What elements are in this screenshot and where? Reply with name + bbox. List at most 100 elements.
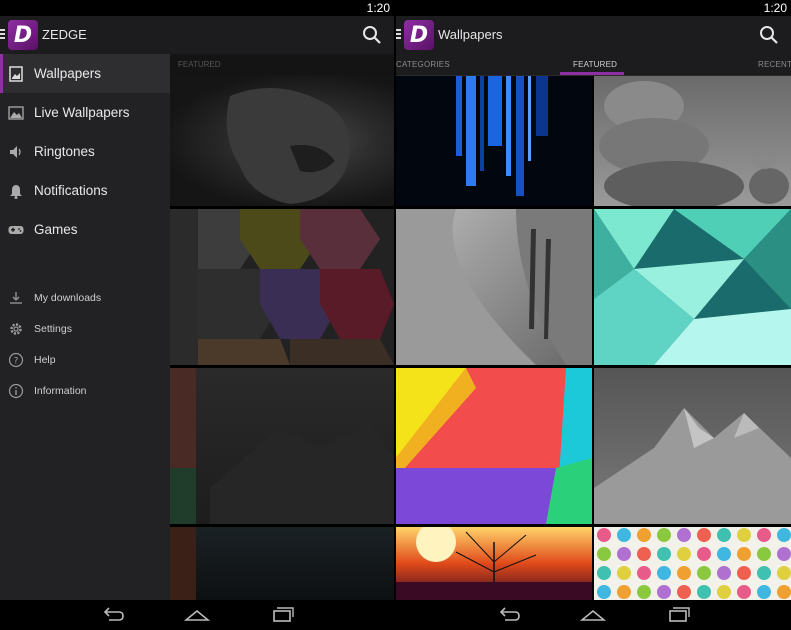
- dot: [737, 566, 751, 580]
- zedge-logo[interactable]: D: [8, 20, 38, 50]
- dot: [717, 585, 731, 599]
- dot: [717, 547, 731, 561]
- dot: [737, 547, 751, 561]
- left-screen: 1:20 D ZEDGE FEATURED Wallpapers Live Wa…: [0, 0, 394, 630]
- drawer-item-label: Settings: [34, 323, 72, 335]
- dot: [637, 585, 651, 599]
- dark-gradient-image: [170, 527, 196, 600]
- dot: [637, 528, 651, 542]
- wallpaper-tile-colorful-geometric[interactable]: [396, 368, 592, 524]
- wallpaper-tile-hexagons[interactable]: [170, 209, 394, 365]
- mountain-image: [594, 408, 791, 524]
- drawer-item-live-wallpapers[interactable]: Live Wallpapers: [0, 93, 170, 132]
- status-bar: 1:20: [396, 0, 791, 16]
- home-icon[interactable]: [580, 605, 606, 625]
- back-icon[interactable]: [100, 605, 126, 625]
- dot: [677, 547, 691, 561]
- search-icon[interactable]: [362, 25, 382, 45]
- dot: [777, 566, 791, 580]
- search-icon[interactable]: [759, 25, 779, 45]
- dot: [617, 547, 631, 561]
- dot: [697, 585, 711, 599]
- dots-image: [597, 528, 791, 599]
- dot: [617, 566, 631, 580]
- app-title: ZEDGE: [42, 27, 87, 42]
- drawer-item-my-downloads[interactable]: My downloads: [0, 283, 170, 313]
- wallpaper-tile-rock-cairn[interactable]: [594, 76, 791, 206]
- wallpaper-tile-lion[interactable]: [170, 76, 394, 206]
- dot: [677, 566, 691, 580]
- dot: [597, 528, 611, 542]
- drawer-item-label: My downloads: [34, 292, 102, 304]
- tab-bar-dimmed: FEATURED: [170, 54, 394, 76]
- tab-categories[interactable]: CATEGORIES: [396, 60, 450, 69]
- teal-polygons-image: [594, 209, 791, 365]
- drawer-toggle-icon[interactable]: [0, 29, 6, 41]
- wallpaper-tile-dots[interactable]: [594, 527, 791, 600]
- mountain-image: [170, 368, 394, 524]
- wallpaper-tile-mountains-dimmed[interactable]: [170, 368, 394, 524]
- drawer-item-settings[interactable]: Settings: [0, 314, 170, 344]
- recent-apps-icon[interactable]: [269, 605, 295, 625]
- wallpaper-tile-newspaper[interactable]: [396, 209, 592, 365]
- recent-apps-icon[interactable]: [665, 605, 691, 625]
- dot: [697, 566, 711, 580]
- blue-streaks-image: [456, 76, 548, 196]
- tab-recent[interactable]: RECENT: [758, 60, 791, 69]
- tab-featured[interactable]: FEATURED: [573, 60, 617, 69]
- back-icon[interactable]: [496, 605, 522, 625]
- navigation-bar: [0, 600, 394, 630]
- tab-featured-dimmed: FEATURED: [178, 60, 221, 69]
- help-icon: ?: [8, 352, 24, 368]
- colorful-geometric-image: [396, 368, 592, 524]
- wallpaper-tile-teal-polygons[interactable]: [594, 209, 791, 365]
- info-icon: [8, 383, 24, 399]
- drawer-item-ringtones[interactable]: Ringtones: [0, 132, 170, 171]
- download-icon: [10, 292, 22, 304]
- wallpaper-tile-sunset-plants[interactable]: [396, 527, 592, 600]
- status-bar: 1:20: [0, 0, 394, 16]
- dot: [777, 528, 791, 542]
- wallpaper-tile-blue-streaks[interactable]: [396, 76, 592, 206]
- drawer-item-games[interactable]: Games: [0, 210, 170, 249]
- navigation-drawer: Wallpapers Live Wallpapers Ringtones Not…: [0, 54, 170, 600]
- dot: [637, 566, 651, 580]
- drawer-item-label: Games: [34, 222, 78, 237]
- image-icon: [9, 65, 23, 82]
- drawer-item-label: Wallpapers: [34, 66, 102, 81]
- speaker-icon: [10, 145, 21, 158]
- newspaper-image: [396, 209, 592, 365]
- dot: [637, 547, 651, 561]
- lion-image: [226, 88, 350, 204]
- home-icon[interactable]: [184, 605, 210, 625]
- drawer-item-wallpapers[interactable]: Wallpapers: [0, 54, 170, 93]
- drawer-item-help[interactable]: ? Help: [0, 345, 170, 375]
- page-title: Wallpapers: [438, 27, 503, 42]
- dot: [597, 547, 611, 561]
- dot: [657, 547, 671, 561]
- wallpaper-tile-dark-gradient[interactable]: [170, 527, 394, 600]
- drawer-item-information[interactable]: Information: [0, 376, 170, 406]
- drawer-item-label: Information: [34, 385, 87, 397]
- dot: [757, 528, 771, 542]
- dot: [777, 547, 791, 561]
- drawer-toggle-icon[interactable]: [396, 29, 402, 41]
- rock-cairn-image: [599, 81, 789, 206]
- dot: [657, 566, 671, 580]
- dot: [737, 528, 751, 542]
- drawer-item-label: Help: [34, 354, 56, 366]
- dot: [697, 547, 711, 561]
- wallpaper-tile-mountains[interactable]: [594, 368, 791, 524]
- dot: [737, 585, 751, 599]
- drawer-item-notifications[interactable]: Notifications: [0, 171, 170, 210]
- drawer-item-label: Notifications: [34, 183, 108, 198]
- dot: [717, 566, 731, 580]
- svg-text:?: ?: [14, 357, 19, 367]
- navigation-bar: [396, 600, 791, 630]
- gear-icon: [10, 323, 22, 335]
- dot: [657, 528, 671, 542]
- dot: [717, 528, 731, 542]
- status-clock: 1:20: [763, 1, 787, 15]
- dot: [597, 585, 611, 599]
- zedge-logo[interactable]: D: [404, 20, 434, 50]
